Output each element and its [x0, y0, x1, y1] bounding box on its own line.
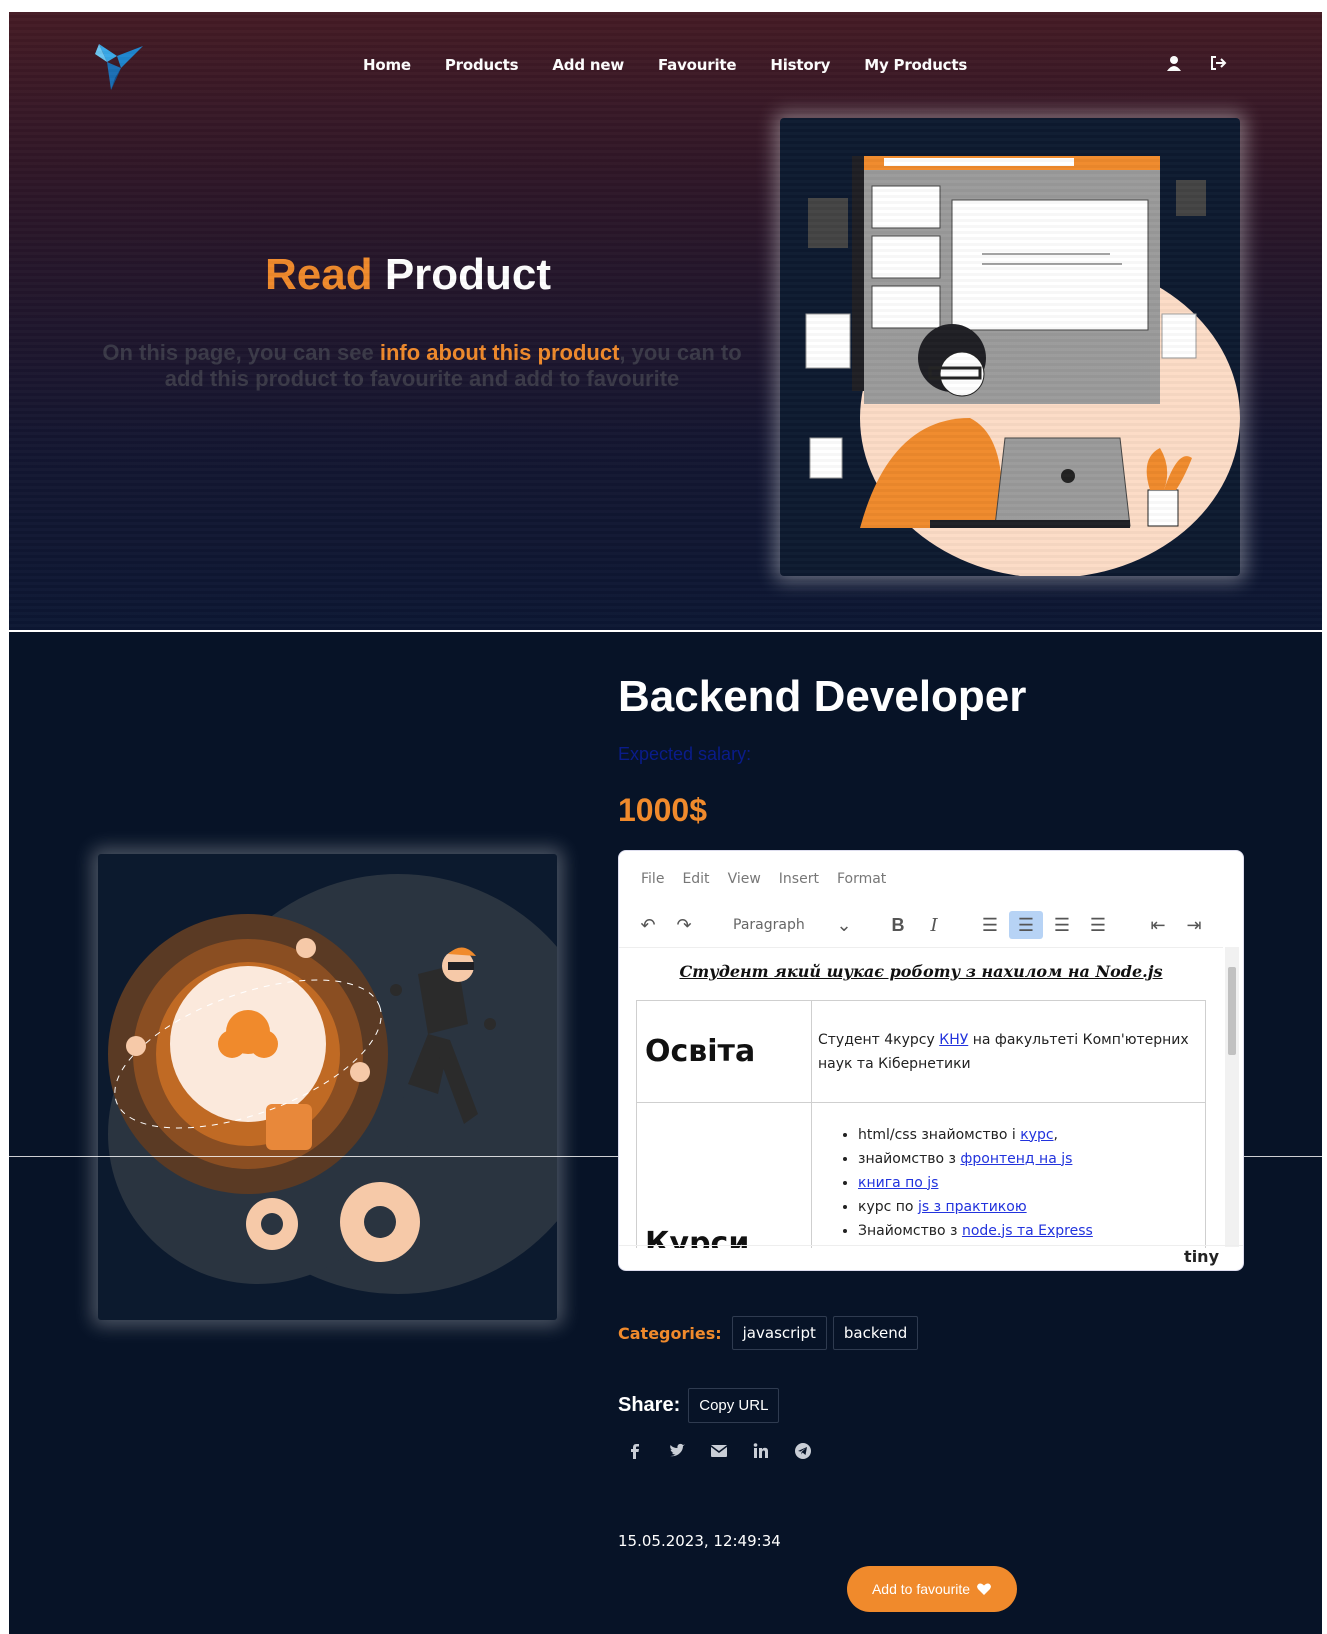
row-header: Освіта [636, 1000, 812, 1103]
hero-illustration [780, 118, 1240, 576]
share-row: Share: Copy URL [618, 1388, 780, 1423]
page-frame: Home Products Add new Favourite History … [9, 12, 1322, 1634]
align-center-icon[interactable]: ☰ [1009, 911, 1043, 939]
scrollbar-thumb[interactable] [1228, 967, 1236, 1055]
editor-statusbar: tiny [619, 1245, 1243, 1270]
row-header: Курси [636, 1102, 812, 1248]
product-title: Backend Developer [618, 672, 1027, 721]
list-item: знайомство з фронтенд на js [858, 1147, 1199, 1171]
list-item: курс по js з практикою [858, 1195, 1199, 1219]
menu-insert[interactable]: Insert [779, 871, 819, 887]
add-to-favourite-label: Add to favourite [871, 1581, 971, 1597]
nav-history[interactable]: History [770, 56, 830, 74]
nav-favourite[interactable]: Favourite [658, 56, 737, 74]
list-item: Знайомство з node.js та Express [858, 1219, 1199, 1243]
block-format-select[interactable]: Paragraph [733, 917, 805, 933]
twitter-icon[interactable] [668, 1442, 686, 1460]
menu-format[interactable]: Format [837, 871, 886, 887]
table-row: Курси html/css знайомство і курс, знайом… [636, 1102, 1206, 1248]
menu-edit[interactable]: Edit [682, 871, 709, 887]
logout-icon[interactable] [1207, 52, 1229, 74]
menu-file[interactable]: File [641, 871, 664, 887]
timestamp: 15.05.2023, 12:49:34 [618, 1532, 781, 1550]
category-tag[interactable]: javascript [731, 1316, 827, 1350]
redo-icon[interactable]: ↷ [667, 911, 701, 939]
nav-products[interactable]: Products [445, 56, 519, 74]
category-tag[interactable]: backend [832, 1316, 919, 1350]
italic-icon[interactable]: I [917, 911, 951, 939]
bold-icon[interactable]: B [881, 911, 915, 939]
categories: Categories: javascript backend [618, 1316, 924, 1350]
align-right-icon[interactable]: ☰ [1045, 911, 1079, 939]
add-to-favourite-button[interactable]: Add to favourite [847, 1566, 1017, 1612]
doc-title: Студент який шукає роботу з нахилом на N… [679, 962, 1163, 981]
telegram-icon[interactable] [794, 1442, 812, 1460]
categories-label: Categories: [618, 1323, 722, 1343]
salary-value: 1000$ [618, 792, 707, 828]
editor-content[interactable]: Студент який шукає роботу з нахилом на N… [619, 947, 1223, 1248]
tiny-brand[interactable]: tiny [1184, 1247, 1219, 1266]
course-list: html/css знайомство і курс, знайомство з… [818, 1123, 1199, 1243]
product-illustration [98, 854, 557, 1320]
heart-icon [977, 1583, 991, 1595]
hero-title: Read Product [265, 250, 551, 300]
nav-my-products[interactable]: My Products [864, 56, 967, 74]
row-value: html/css знайомство і курс, знайомство з… [811, 1102, 1206, 1248]
editor-menubar: File Edit View Insert Format [641, 871, 886, 887]
hero-sub-highlight: info about this product [379, 340, 620, 365]
hero-subtitle: On this page, you can see info about thi… [97, 340, 747, 392]
hero-sub-pre: On this page, you can see [102, 340, 380, 365]
nav-home[interactable]: Home [363, 56, 411, 74]
salary-label: Expected salary: [618, 744, 752, 764]
nav-add-new[interactable]: Add new [552, 56, 624, 74]
main-nav: Home Products Add new Favourite History … [363, 56, 1001, 74]
copy-url-button[interactable]: Copy URL [688, 1388, 780, 1423]
link[interactable]: фронтенд на js [960, 1151, 1072, 1167]
link[interactable]: курс [1020, 1127, 1053, 1143]
undo-icon[interactable]: ↶ [631, 911, 665, 939]
link[interactable]: js з практикою [918, 1199, 1027, 1215]
link[interactable]: node.js та Express [962, 1223, 1093, 1239]
rich-text-editor[interactable]: File Edit View Insert Format ↶ ↷ Paragra… [618, 850, 1244, 1271]
list-item: книга по js [858, 1171, 1199, 1195]
link[interactable]: книга по js [858, 1175, 938, 1191]
table-row: Освіта Студент 4курсу КНУ на факультеті … [636, 1000, 1206, 1103]
align-left-icon[interactable]: ☰ [973, 911, 1007, 939]
section-divider [9, 630, 1322, 632]
email-icon[interactable] [710, 1442, 728, 1460]
social-share-icons [626, 1442, 812, 1460]
menu-view[interactable]: View [728, 871, 761, 887]
hero-section: Home Products Add new Favourite History … [9, 12, 1322, 630]
list-item: html/css знайомство і курс, [858, 1123, 1199, 1147]
logo-bird-icon[interactable] [87, 34, 145, 92]
content-table: Освіта Студент 4курсу КНУ на факультеті … [636, 1000, 1206, 1248]
outdent-icon[interactable]: ⇤ [1141, 911, 1175, 939]
editor-scrollbar[interactable] [1225, 947, 1239, 1247]
align-justify-icon[interactable]: ☰ [1081, 911, 1115, 939]
row-text: Студент 4курсу [818, 1031, 940, 1048]
share-label: Share: [618, 1394, 681, 1416]
indent-icon[interactable]: ⇥ [1177, 911, 1211, 939]
hero-title-accent: Read [265, 250, 373, 299]
linkedin-icon[interactable] [752, 1442, 770, 1460]
nav-icons [1163, 52, 1229, 74]
hero-title-rest: Product [384, 250, 552, 299]
editor-toolbar: ↶ ↷ Paragraph ⌄ B I ☰ ☰ ☰ ☰ ⇤ ⇥ [619, 903, 1243, 943]
link[interactable]: КНУ [939, 1032, 968, 1048]
chevron-down-icon[interactable]: ⌄ [827, 911, 861, 939]
row-value: Студент 4курсу КНУ на факультеті Комп'ют… [811, 1000, 1206, 1103]
user-icon[interactable] [1163, 52, 1185, 74]
facebook-icon[interactable] [626, 1442, 644, 1460]
